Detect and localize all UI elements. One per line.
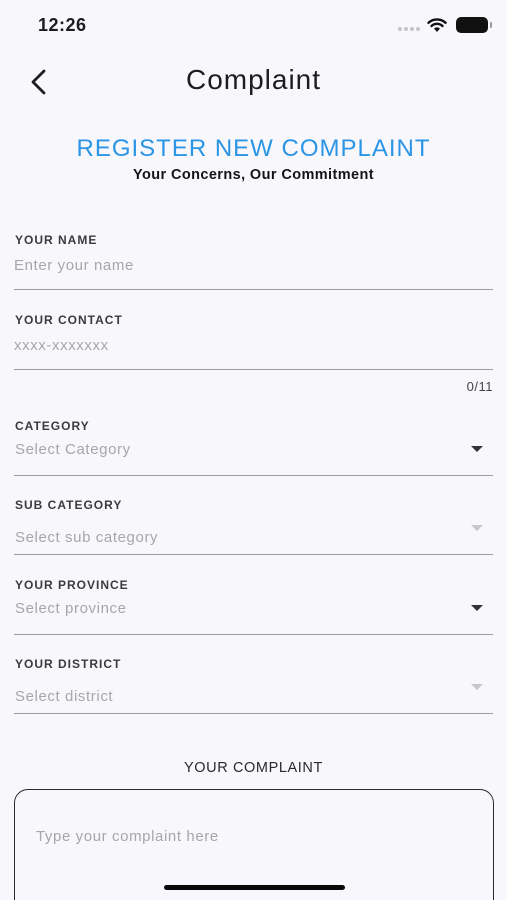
province-dropdown[interactable]: YOUR PROVINCE Select province — [14, 574, 493, 635]
form-heading: REGISTER NEW COMPLAINT — [76, 135, 431, 162]
sub-category-placeholder: Select sub category — [15, 529, 159, 546]
name-field: YOUR NAME — [14, 229, 493, 290]
page-title: Complaint — [185, 64, 322, 95]
dropdown-arrow-icon — [471, 525, 483, 531]
category-placeholder: Select Category — [15, 441, 131, 458]
status-bar: 12:26 — [0, 0, 507, 50]
contact-field: YOUR CONTACT — [14, 309, 493, 370]
province-placeholder: Select province — [15, 600, 127, 617]
category-dropdown[interactable]: CATEGORY Select Category — [14, 415, 493, 476]
dropdown-arrow-icon — [471, 446, 483, 452]
complaint-box — [14, 789, 494, 900]
contact-character-counter: 0/11 — [466, 379, 493, 394]
status-time: 12:26 — [38, 15, 87, 35]
sub-category-label: SUB CATEGORY — [15, 498, 123, 512]
name-label: YOUR NAME — [15, 233, 98, 247]
district-label: YOUR DISTRICT — [15, 657, 122, 671]
complaint-label: YOUR COMPLAINT — [184, 760, 323, 776]
form-subheading: Your Concerns, Our Commitment — [133, 167, 374, 183]
complaint-textarea[interactable] — [36, 828, 466, 845]
district-dropdown[interactable]: YOUR DISTRICT Select district — [14, 653, 493, 714]
wifi-icon — [427, 18, 447, 32]
dropdown-arrow-icon — [471, 684, 483, 690]
home-indicator — [164, 885, 345, 890]
category-label: CATEGORY — [15, 419, 90, 433]
province-label: YOUR PROVINCE — [15, 578, 129, 592]
name-input[interactable] — [14, 257, 454, 274]
sub-category-dropdown[interactable]: SUB CATEGORY Select sub category — [14, 494, 493, 555]
contact-input[interactable] — [14, 337, 454, 354]
cellular-signal-icon — [398, 27, 420, 31]
battery-icon — [456, 17, 492, 33]
contact-label: YOUR CONTACT — [15, 313, 123, 327]
district-placeholder: Select district — [15, 688, 114, 705]
dropdown-arrow-icon — [471, 605, 483, 611]
